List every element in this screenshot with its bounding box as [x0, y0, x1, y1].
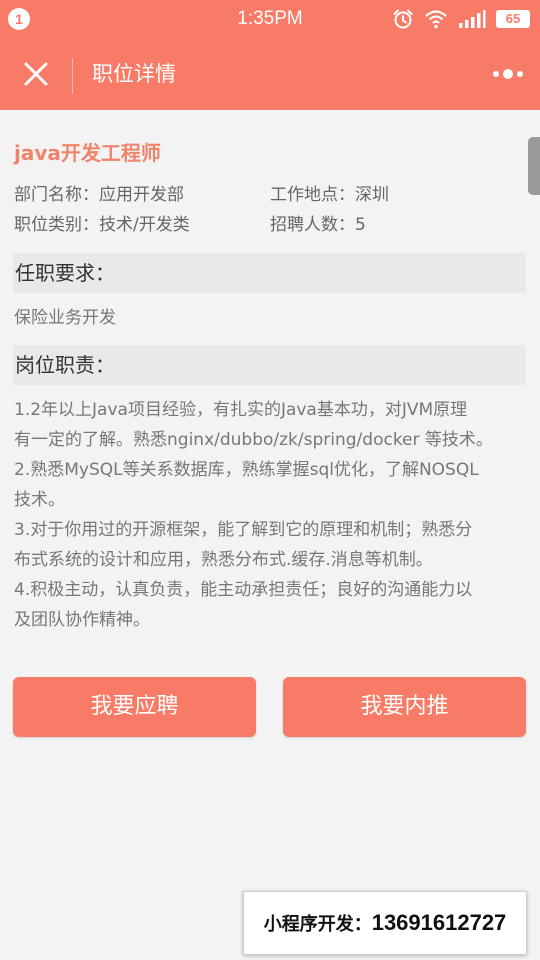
status-bar: 1 1:35PM 65 — [0, 0, 540, 38]
alarm-icon — [392, 8, 414, 30]
headcount-info: 招聘人数：5 — [270, 215, 366, 235]
app-bar: 职位详情 — [0, 38, 540, 110]
duty-line: 布式系统的设计和应用，熟悉分布式.缓存.消息等机制。 — [14, 550, 433, 570]
category-info: 职位类别：技术/开发类 — [14, 215, 190, 235]
scroll-handle[interactable] — [528, 137, 540, 195]
battery-icon: 65 — [496, 10, 530, 28]
status-icons: 65 — [392, 7, 530, 31]
refer-button[interactable]: 我要内推 — [283, 677, 526, 737]
requirements-heading: 任职要求： — [13, 253, 526, 293]
apply-button[interactable]: 我要应聘 — [13, 677, 256, 737]
signal-icon — [458, 9, 486, 29]
duty-line: 技术。 — [14, 490, 65, 510]
duty-line: 有一定的了解。熟悉nginx/dubbo/zk/spring/docker 等技… — [14, 430, 493, 450]
duty-line: 1.2年以上Java项目经验，有扎实的Java基本功，对JVM原理 — [14, 400, 468, 420]
contact-watermark: 小程序开发：13691612727 — [243, 891, 527, 955]
duty-line: 2.熟悉MySQL等关系数据库，熟练掌握sql优化，了解NOSQL — [14, 460, 479, 480]
wifi-icon — [424, 9, 448, 29]
close-button[interactable] — [14, 52, 58, 96]
duty-line: 3.对于你用过的开源框架，能了解到它的原理和机制；熟悉分 — [14, 520, 473, 540]
watermark-phone: 13691612727 — [371, 910, 507, 935]
job-title: java开发工程师 — [14, 141, 161, 165]
watermark-label: 小程序开发： — [263, 914, 372, 934]
close-icon — [24, 62, 48, 86]
location-info: 工作地点：深圳 — [270, 185, 389, 205]
duty-line: 及团队协作精神。 — [14, 610, 150, 630]
more-dots-icon — [493, 69, 523, 79]
department-info: 部门名称：应用开发部 — [14, 185, 184, 205]
requirements-text: 保险业务开发 — [14, 308, 116, 328]
page-title: 职位详情 — [92, 62, 176, 86]
more-button[interactable] — [486, 58, 530, 90]
app-bar-divider — [72, 58, 73, 94]
duties-heading: 岗位职责： — [13, 345, 526, 385]
duty-line: 4.积极主动，认真负责，能主动承担责任；良好的沟通能力以 — [14, 580, 473, 600]
